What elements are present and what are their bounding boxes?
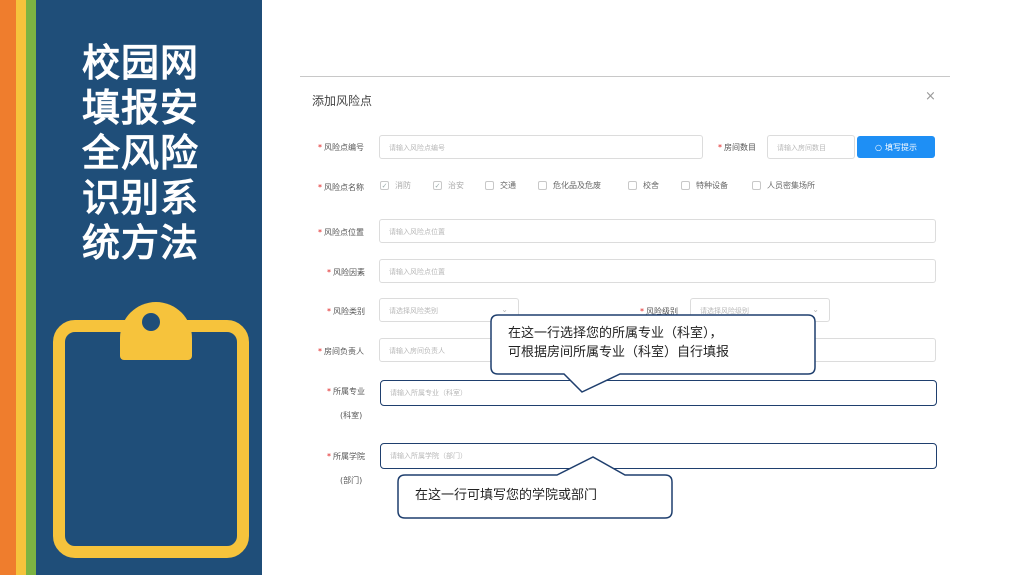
title-line: 填报安 — [82, 85, 200, 130]
fill-tip-button[interactable]: ○ 填写提示 — [857, 136, 935, 158]
college-label: * 所属学院 — [327, 452, 365, 461]
checkbox-special-equipment[interactable]: 特种设备 — [681, 180, 728, 191]
checkbox-icon — [752, 181, 761, 190]
checkbox-dormitory[interactable]: 校舍 — [628, 180, 659, 191]
checkbox-security[interactable]: ✓ 治安 — [433, 180, 464, 191]
risk-location-input[interactable]: 请输入风险点位置 — [379, 219, 936, 243]
slide-title: 校园网 填报安 全风险 识别系 统方法 — [82, 40, 232, 265]
risk-no-label: * 风险点编号 — [318, 143, 364, 152]
checkbox-icon — [485, 181, 494, 190]
checkbox-crowded-place[interactable]: 人员密集场所 — [752, 180, 815, 191]
risk-factor-input[interactable]: 请输入风险点位置 — [379, 259, 936, 283]
checkbox-icon — [681, 181, 690, 190]
chevron-down-icon: ⌄ — [501, 305, 508, 314]
major-callout: 在这一行选择您的所属专业（科室）， 可根据房间所属专业（科室）自行填报 — [490, 314, 816, 394]
major-label: * 所属专业 — [327, 387, 365, 396]
risk-type-label: * 风险类别 — [327, 307, 365, 316]
checkbox-traffic[interactable]: 交通 — [485, 180, 516, 191]
checkbox-checked-icon: ✓ — [380, 181, 389, 190]
checkbox-fire[interactable]: ✓ 消防 — [380, 180, 411, 191]
close-icon[interactable]: × — [925, 89, 936, 104]
major-callout-line2: 可根据房间所属专业（科室）自行填报 — [508, 345, 730, 360]
title-line: 统方法 — [82, 220, 200, 265]
orange-stripe — [0, 0, 16, 575]
college-label-suffix: (部门) — [340, 476, 363, 485]
yellow-stripe — [16, 0, 26, 575]
checkbox-icon — [538, 181, 547, 190]
risk-name-label: * 风险点名称 — [318, 183, 364, 192]
room-owner-label: * 房间负责人 — [318, 347, 364, 356]
dialog-title: 添加风险点 — [312, 94, 373, 108]
dialog-top-divider — [300, 76, 950, 77]
title-line: 识别系 — [82, 175, 200, 220]
green-stripe — [26, 0, 36, 575]
clipboard-hole-icon — [142, 313, 160, 331]
risk-factor-label: * 风险因素 — [327, 268, 365, 277]
college-callout: 在这一行可填写您的学院或部门 — [397, 455, 673, 519]
checkbox-checked-icon: ✓ — [433, 181, 442, 190]
checkbox-hazardous[interactable]: 危化品及危废 — [538, 180, 601, 191]
room-count-input[interactable]: 请输入房间数目 — [767, 135, 855, 159]
title-line: 全风险 — [82, 130, 200, 175]
chevron-down-icon: ⌄ — [812, 305, 819, 314]
college-callout-text: 在这一行可填写您的学院或部门 — [415, 488, 598, 503]
title-line: 校园网 — [82, 40, 200, 85]
risk-no-input[interactable]: 请输入风险点编号 — [379, 135, 703, 159]
checkbox-icon — [628, 181, 637, 190]
risk-location-label: * 风险点位置 — [318, 228, 364, 237]
search-icon: ○ — [875, 142, 882, 152]
major-callout-line1: 在这一行选择您的所属专业（科室）， — [508, 326, 723, 341]
room-count-label: * 房间数目 — [718, 143, 756, 152]
major-label-suffix: (科室) — [340, 411, 363, 420]
